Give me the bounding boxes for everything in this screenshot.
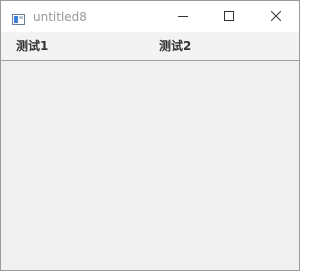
tab-test-2[interactable]: 测试2 <box>159 38 191 54</box>
maximize-button[interactable] <box>206 1 252 32</box>
minimize-icon <box>178 16 188 17</box>
close-icon <box>271 11 281 21</box>
maximize-icon <box>224 11 234 21</box>
content-area <box>1 61 299 270</box>
app-window: untitled8 测试1 测试2 <box>0 0 300 271</box>
close-button[interactable] <box>253 1 299 32</box>
title-bar[interactable]: untitled8 <box>1 1 299 32</box>
window-app-icon <box>12 10 25 25</box>
minimize-button[interactable] <box>160 1 206 32</box>
window-title: untitled8 <box>33 10 87 24</box>
tab-test-1[interactable]: 测试1 <box>16 38 48 54</box>
tab-bar: 测试1 测试2 <box>1 32 299 61</box>
